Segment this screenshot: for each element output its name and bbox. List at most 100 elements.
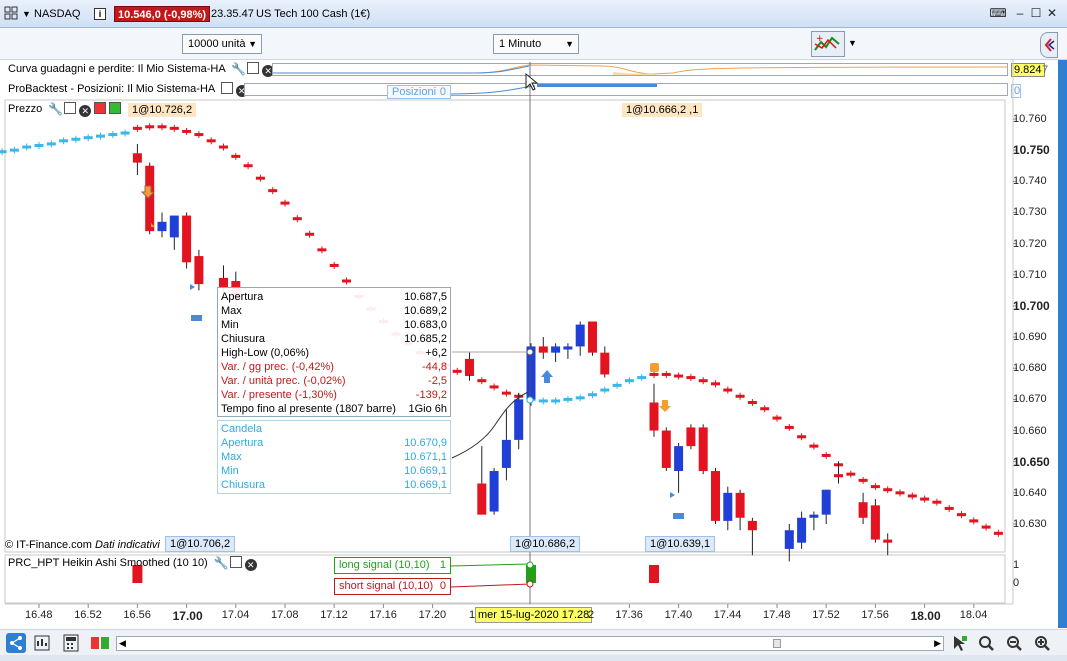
calculator-icon[interactable]: [62, 634, 80, 652]
tooltip-value: 1Gio 6h: [408, 403, 447, 415]
wrench-icon[interactable]: 🔧: [214, 555, 229, 572]
tooltip-key: Var. / gg prec. (-0,42%): [221, 361, 334, 373]
candle-body: [686, 427, 696, 447]
strategy-icon[interactable]: [90, 634, 110, 652]
candle-body: [489, 471, 499, 512]
tooltip-value: -2,5: [428, 375, 447, 387]
zoom-area-icon[interactable]: [977, 634, 995, 652]
tooltip-key: Min: [221, 319, 239, 331]
zoom-out-icon[interactable]: [1005, 634, 1023, 652]
share-icon[interactable]: [6, 633, 26, 653]
long-signal-value: 1: [439, 559, 446, 571]
x-tick-label: 17.40: [664, 609, 693, 621]
copyright-label: © IT-Finance.com: [5, 539, 92, 551]
tooltip-value: 10.685,2: [404, 333, 447, 345]
tooltip-key: Apertura: [221, 437, 264, 449]
y-tick-label: 10.750: [1013, 143, 1050, 158]
tooltip-key: Var. / presente (-1,30%): [221, 389, 337, 401]
candle-body: [514, 399, 524, 440]
tooltip-row: Tempo fino al presente (1807 barre) 1Gio …: [221, 402, 447, 416]
y-tick-label: 10.640: [1013, 486, 1047, 499]
close-icon[interactable]: ✕: [79, 105, 92, 117]
y-tick-label: 10.680: [1013, 362, 1047, 375]
tooltip-value: 10.689,2: [404, 305, 447, 317]
indicator-list-icon[interactable]: [33, 634, 51, 652]
y-tick-label: 10.740: [1013, 175, 1047, 188]
cursor-tool-icon[interactable]: [951, 634, 969, 652]
candle-body: [477, 483, 487, 515]
wrench-icon[interactable]: 🔧: [48, 101, 63, 118]
ohlc-tooltip: Apertura 10.687,5 Max 10.689,2 Min 10.683,0 Ch…: [217, 287, 451, 417]
candle-body: [858, 502, 868, 518]
tooltip-key: Chiusura: [221, 479, 266, 491]
tooltip-key: Min: [221, 465, 239, 477]
tooltip-key: Tempo fino al presente (1807 barre): [221, 403, 396, 415]
indicator-panel-header: PRC_HPT Heikin Ashi Smoothed (10 10) 🔧 ✕: [8, 555, 257, 572]
short-signal-value: 0: [439, 580, 446, 592]
tooltip-value: 10.671,1: [404, 451, 447, 463]
candle-body: [538, 346, 548, 353]
scrollbar-thumb[interactable]: [773, 639, 781, 648]
marker-icon: [191, 315, 202, 321]
price-panel-title: Prezzo: [8, 103, 43, 115]
long-signal-label: long signal (10,10) 1: [334, 557, 451, 574]
crosshair-date-tag: mer 15-lug-2020 17.28: [475, 607, 593, 623]
copyright-text: © IT-Finance.com Dati indicativi: [5, 538, 160, 552]
tooltip-key: Candela: [221, 423, 262, 435]
x-tick-label: 17.44: [713, 609, 742, 621]
marker-icon: [650, 363, 659, 372]
scroll-right-icon[interactable]: ▶: [934, 637, 941, 650]
horizontal-scrollbar[interactable]: ◀ ▶: [116, 636, 944, 651]
candle-body: [501, 439, 511, 468]
x-tick-label: 17.04: [221, 609, 250, 621]
candle-body: [809, 514, 819, 518]
tooltip-value: 10.683,0: [404, 319, 447, 331]
candle-body: [551, 346, 561, 353]
candle-tooltip-row: Max 10.671,1: [221, 450, 447, 464]
bottom-tag-left: 1@10.706,2: [165, 536, 236, 552]
candle-tooltip-row: Min 10.669,1: [221, 464, 447, 478]
indicator-y-tick-label: 0: [1013, 577, 1020, 589]
tooltip-key: Max: [221, 305, 242, 317]
candle-body: [132, 153, 142, 163]
y-tick-label: 10.670: [1013, 393, 1047, 406]
candle-body: [575, 324, 585, 347]
tooltip-value: 10.670,9: [404, 437, 447, 449]
tooltip-key: Chiusura: [221, 333, 266, 345]
close-icon[interactable]: ✕: [244, 559, 257, 571]
candle-body: [563, 346, 573, 350]
tooltip-key: Apertura: [221, 291, 264, 303]
tooltip-row: Max 10.689,2: [221, 304, 447, 318]
bottom-tag-right: 1@10.639,1: [645, 536, 716, 552]
bottom-tag-mid: 1@10.686,2: [510, 536, 581, 552]
x-tick-label: 17.56: [861, 609, 889, 621]
tooltip-value: 10.669,1: [404, 479, 447, 491]
tooltip-row: Chiusura 10.685,2: [221, 332, 447, 346]
x-tick-label: 16.52: [74, 609, 102, 621]
window-icon[interactable]: [64, 102, 77, 114]
y-tick-label: 10.730: [1013, 206, 1047, 219]
candle-tooltip: Candela Apertura 10.670,9 Max 10.671,1 Min 10.…: [217, 420, 451, 494]
footer-strip: [0, 655, 1067, 661]
candle-body: [600, 352, 610, 375]
y-tick-label: 10.760: [1013, 113, 1047, 125]
scroll-left-icon[interactable]: ◀: [119, 637, 126, 650]
window-icon[interactable]: [229, 556, 242, 568]
x-tick-label: 17.48: [763, 609, 791, 621]
ha-segment: [0, 150, 7, 154]
sell-order-icon[interactable]: [94, 102, 107, 114]
candle-body: [157, 221, 167, 232]
y-tick-label: 10.660: [1013, 424, 1047, 437]
tooltip-value: 10.669,1: [404, 465, 447, 477]
y-tick-label: 10.630: [1013, 518, 1047, 530]
candle-body: [821, 489, 831, 515]
signal-point: [526, 580, 534, 588]
tooltip-key: Var. / unità prec. (-0,02%): [221, 375, 346, 387]
zoom-in-icon[interactable]: [1033, 634, 1051, 652]
marker-icon: [190, 284, 195, 290]
x-tick-label: 16.48: [25, 609, 53, 621]
tooltip-row: Apertura 10.687,5: [221, 290, 447, 304]
buy-order-icon[interactable]: [109, 102, 122, 114]
short-signal-text: short signal (10,10): [339, 580, 434, 592]
tooltip-row: Var. / gg prec. (-0,42%) -44,8: [221, 360, 447, 374]
